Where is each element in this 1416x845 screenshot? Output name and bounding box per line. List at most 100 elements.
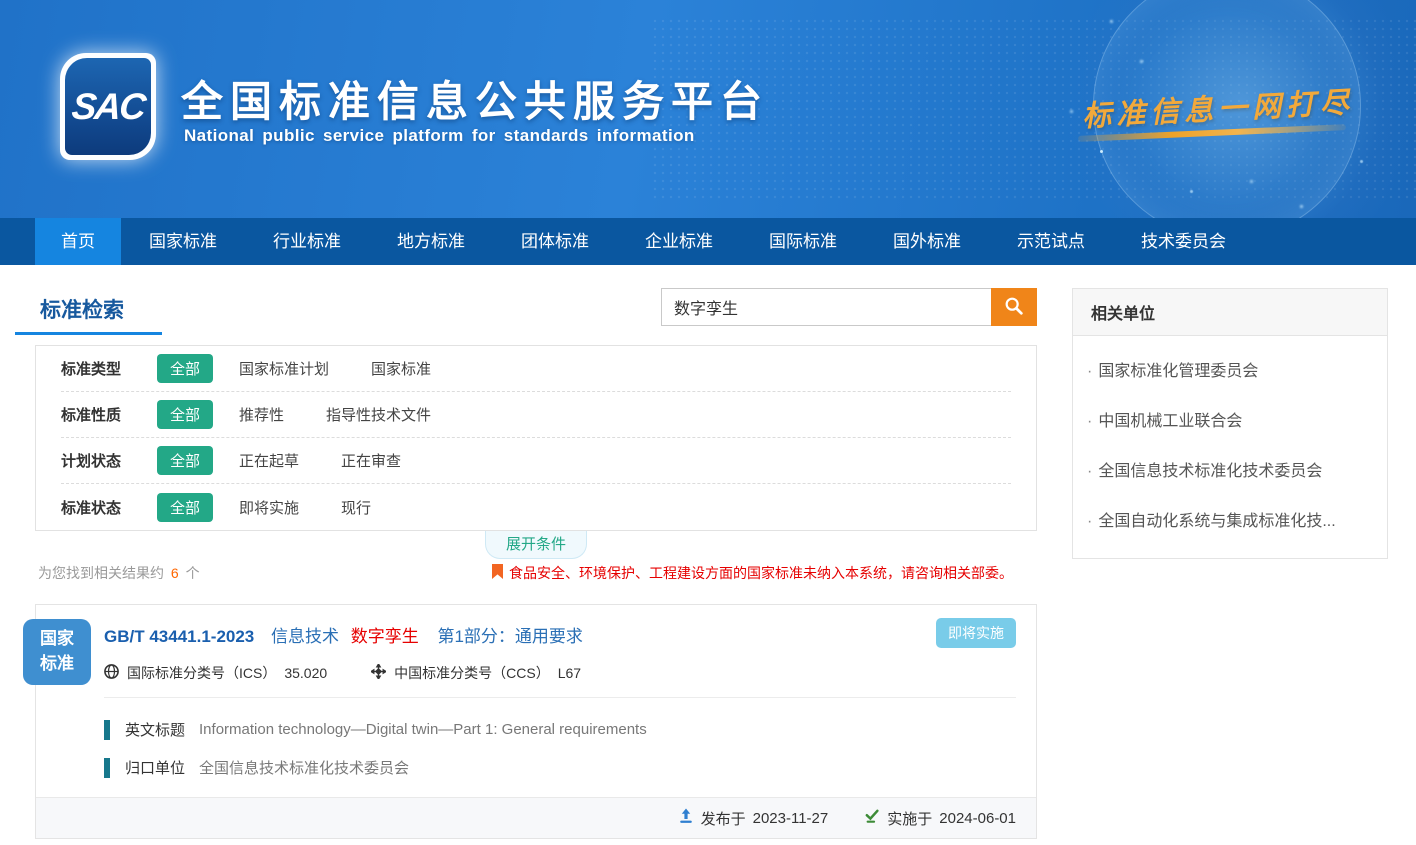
related-unit-item[interactable]: · 国家标准化管理委员会 [1073, 344, 1387, 394]
search-button[interactable] [991, 288, 1037, 326]
filter-option[interactable]: 现行 [341, 497, 371, 518]
expand-conditions-button[interactable]: 展开条件 [485, 531, 587, 559]
nav-tab-national-standards[interactable]: 国家标准 [121, 218, 245, 265]
bookmark-icon [492, 564, 503, 582]
filter-all-button[interactable]: 全部 [157, 354, 213, 383]
national-standard-badge: 国家 标准 [23, 619, 91, 685]
implemented-label: 实施于 [887, 808, 932, 829]
filter-row-standard-nature: 标准性质 全部 推荐性 指导性技术文件 [61, 392, 1011, 438]
left-column: 标准检索 标准类型 全部 国家标准计划 国家标准 标准性质 [35, 288, 1037, 839]
implemented-date: 2024-06-01 [939, 810, 1016, 827]
detail-value: 全国信息技术标准化技术委员会 [199, 757, 409, 778]
sac-logo[interactable]: SAC [60, 53, 156, 160]
filter-option[interactable]: 国家标准 [371, 358, 431, 379]
filter-option[interactable]: 即将实施 [239, 497, 299, 518]
nav-tab-industry-standards[interactable]: 行业标准 [245, 218, 369, 265]
classification-line: 国际标准分类号（ICS） 35.020 中国标准分类号（CCS） L67 [104, 663, 1016, 698]
search-icon [1003, 295, 1025, 320]
site-title: 全国标准信息公共服务平台 [181, 68, 769, 129]
search-input[interactable] [661, 288, 991, 326]
filter-all-button[interactable]: 全部 [157, 400, 213, 429]
search-bar [661, 288, 1037, 326]
nav-tab-foreign-standards[interactable]: 国外标准 [865, 218, 989, 265]
system-notice: 食品安全、环境保护、工程建设方面的国家标准未纳入本系统，请咨询相关部委。 [492, 563, 1013, 583]
right-column: 相关单位 · 国家标准化管理委员会 · 中国机械工业联合会 · 全国信息技术标准化技术… [1072, 288, 1388, 839]
header-banner: SAC 全国标准信息公共服务平台 National public service… [0, 0, 1416, 218]
filter-row-plan-status: 计划状态 全部 正在起草 正在审查 [61, 438, 1011, 484]
filter-option[interactable]: 推荐性 [239, 404, 284, 425]
card-footer: 发布于 2023-11-27 实施于 2024-06-01 [36, 797, 1036, 838]
related-unit-item[interactable]: · 中国机械工业联合会 [1073, 394, 1387, 444]
expand-conditions-wrap: 展开条件 [35, 531, 1037, 556]
nav-tab-pilot-programs[interactable]: 示范试点 [989, 218, 1113, 265]
bullet: · [1087, 363, 1092, 380]
nav-tab-home[interactable]: 首页 [35, 218, 121, 265]
badge-line-1: 国家 [40, 627, 74, 652]
bullet: · [1087, 413, 1092, 430]
ics-label: 国际标准分类号（ICS） [127, 663, 276, 683]
main-nav: 首页 国家标准 行业标准 地方标准 团体标准 企业标准 国际标准 国外标准 示范… [0, 218, 1416, 265]
page-title: 标准检索 [40, 288, 124, 324]
result-card[interactable]: 国家 标准 即将实施 GB/T 43441.1-2023 信息技术 数字孪生 第… [35, 604, 1037, 839]
sparkle-dots [1100, 150, 1103, 153]
filter-label: 计划状态 [61, 450, 157, 471]
published-label: 发布于 [701, 808, 746, 829]
published-date: 2023-11-27 [753, 810, 829, 827]
published-item: 发布于 2023-11-27 [678, 808, 829, 829]
status-badge: 即将实施 [936, 618, 1016, 648]
filter-option[interactable]: 指导性技术文件 [326, 404, 431, 425]
nav-tab-local-standards[interactable]: 地方标准 [369, 218, 493, 265]
related-unit-label: 全国自动化系统与集成标准化技... [1098, 513, 1335, 530]
related-unit-item[interactable]: · 全国信息技术标准化技术委员会 [1073, 444, 1387, 494]
detail-value: Information technology—Digital twin—Part… [199, 721, 647, 738]
nav-tab-enterprise-standards[interactable]: 企业标准 [617, 218, 741, 265]
related-units-panel: 相关单位 · 国家标准化管理委员会 · 中国机械工业联合会 · 全国信息技术标准化技术… [1072, 288, 1388, 559]
teal-bar [104, 758, 110, 778]
related-unit-item[interactable]: ·全国自动化系统与集成标准化技... [1073, 494, 1387, 544]
filter-all-button[interactable]: 全部 [157, 493, 213, 522]
related-unit-label: 国家标准化管理委员会 [1098, 363, 1258, 380]
related-units-title: 相关单位 [1073, 289, 1387, 336]
teal-bar [104, 720, 110, 740]
filter-option[interactable]: 正在起草 [239, 450, 299, 471]
site-subtitle: National public service platform for sta… [184, 126, 695, 146]
filter-label: 标准性质 [61, 404, 157, 425]
detail-label: 归口单位 [125, 757, 185, 778]
standard-title-line[interactable]: GB/T 43441.1-2023 信息技术 数字孪生 第1部分：通用要求 [104, 622, 1016, 647]
standard-title-part2[interactable]: 第1部分：通用要求 [437, 627, 582, 646]
nav-tab-technical-committees[interactable]: 技术委员会 [1113, 218, 1254, 265]
page-title-underline [15, 332, 162, 335]
filter-row-standard-type: 标准类型 全部 国家标准计划 国家标准 [61, 346, 1011, 392]
results-row: 为您找到相关结果约 6 个 食品安全、环境保护、工程建设方面的国家标准未纳入本系… [35, 563, 1037, 583]
ccs-label: 中国标准分类号（CCS） [394, 663, 550, 683]
filter-label: 标准类型 [61, 358, 157, 379]
standard-title-part1[interactable]: 信息技术 [271, 627, 339, 646]
related-unit-label: 全国信息技术标准化技术委员会 [1098, 463, 1322, 480]
page-title-text: 标准检索 [40, 299, 124, 322]
detail-row-english-title: 英文标题 Information technology—Digital twin… [104, 719, 1016, 740]
standard-title-highlight[interactable]: 数字孪生 [351, 627, 419, 646]
main-content: 标准检索 标准类型 全部 国家标准计划 国家标准 标准性质 [0, 265, 1416, 839]
check-icon [864, 808, 880, 828]
ics-value: 35.020 [284, 665, 327, 681]
card-body: 英文标题 Information technology—Digital twin… [36, 698, 1036, 797]
sac-logo-text: SAC [70, 86, 147, 128]
results-summary: 为您找到相关结果约 6 个 [38, 563, 200, 583]
compass-icon [371, 664, 386, 682]
filter-label: 标准状态 [61, 497, 157, 518]
filter-row-standard-status: 标准状态 全部 即将实施 现行 [61, 484, 1011, 530]
card-header: GB/T 43441.1-2023 信息技术 数字孪生 第1部分：通用要求 国际… [36, 605, 1036, 698]
bullet: · [1087, 463, 1092, 480]
globe-icon [104, 664, 119, 682]
filter-option[interactable]: 国家标准计划 [239, 358, 329, 379]
sac-logo-inner: SAC [65, 58, 151, 155]
nav-tab-group-standards[interactable]: 团体标准 [493, 218, 617, 265]
related-unit-label: 中国机械工业联合会 [1098, 413, 1242, 430]
ics-item: 国际标准分类号（ICS） 35.020 [104, 663, 327, 683]
results-summary-suffix: 个 [186, 565, 200, 581]
nav-tab-international-standards[interactable]: 国际标准 [741, 218, 865, 265]
standard-code[interactable]: GB/T 43441.1-2023 [104, 627, 254, 646]
implemented-item: 实施于 2024-06-01 [864, 808, 1016, 829]
filter-all-button[interactable]: 全部 [157, 446, 213, 475]
filter-option[interactable]: 正在审查 [341, 450, 401, 471]
